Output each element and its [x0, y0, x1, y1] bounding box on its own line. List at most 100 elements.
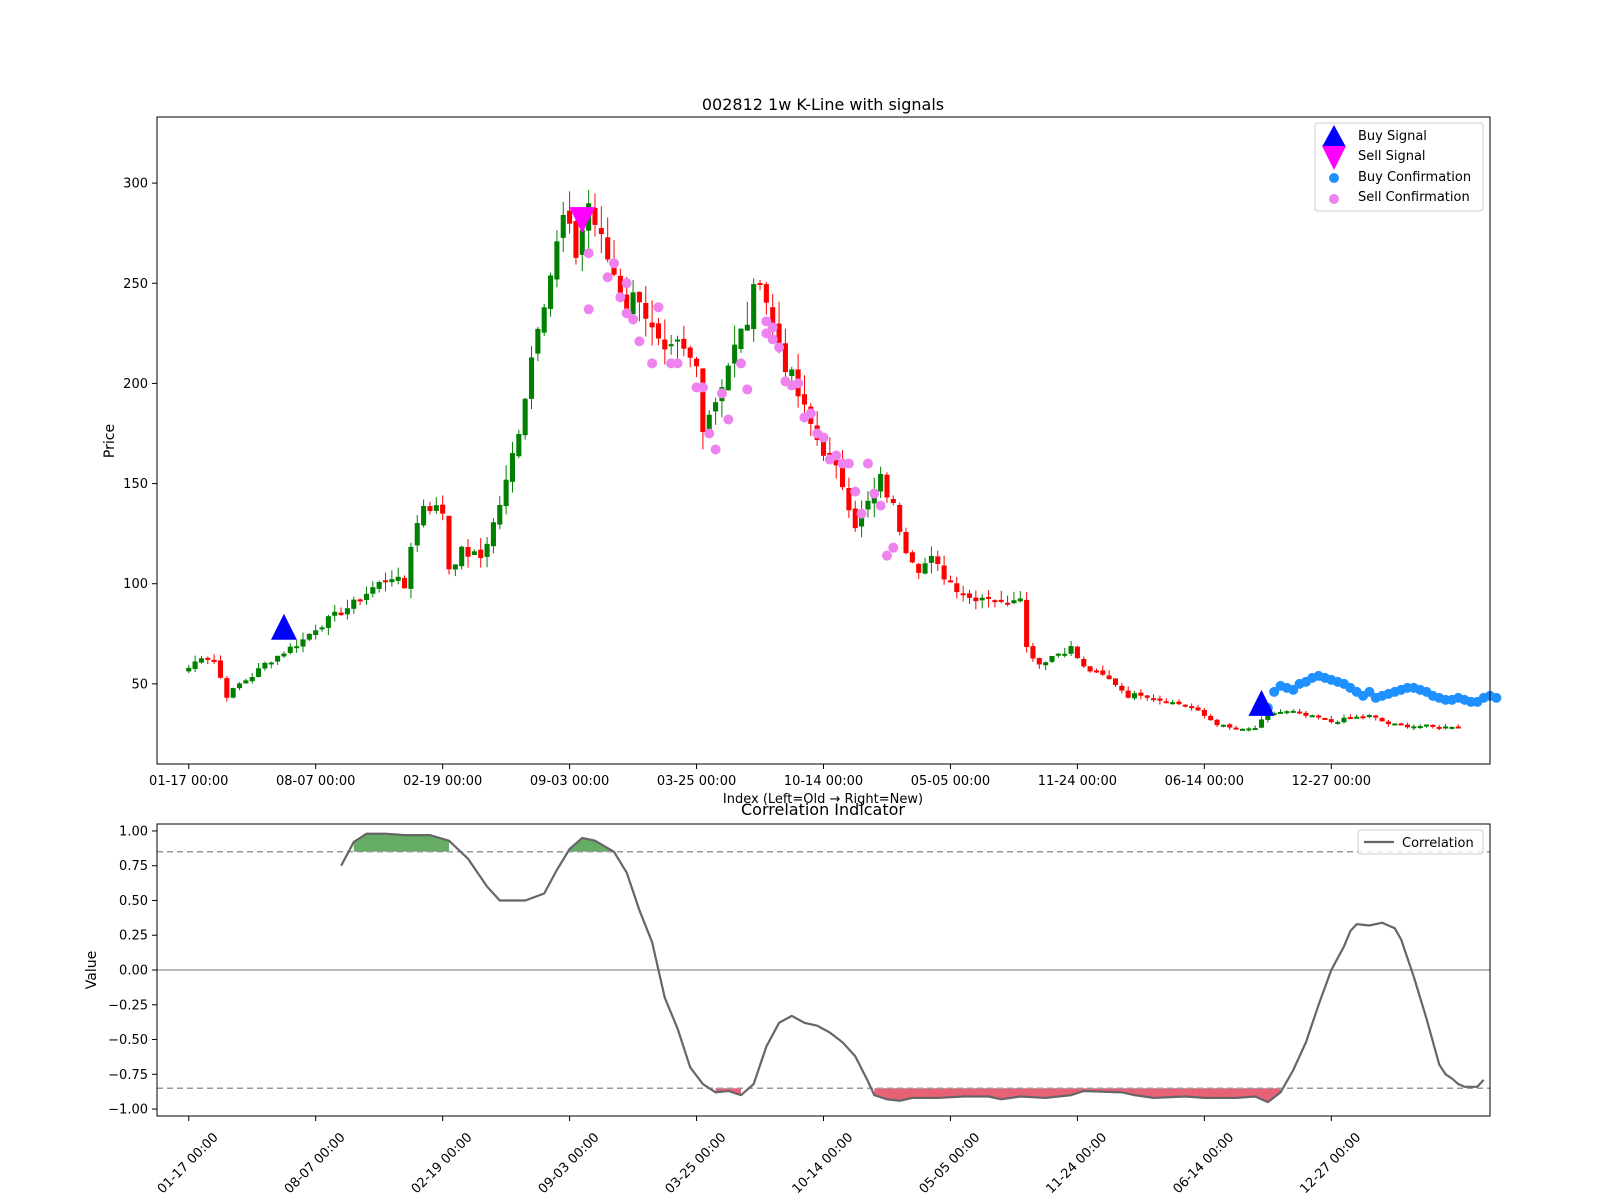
sell-confirmation-point [672, 358, 683, 369]
main-x-tick-label: 06-14 00:00 [1165, 774, 1244, 789]
candle-body [903, 531, 909, 554]
sell-confirmation-point [843, 458, 854, 469]
candle-body [573, 221, 579, 258]
corr-x-tick-label: 09-03 00:00 [536, 1130, 603, 1197]
candle-body [1043, 662, 1049, 666]
candle-body [757, 283, 763, 286]
candle-body [287, 646, 293, 653]
candle-body [1030, 646, 1036, 659]
candle-body [1341, 717, 1347, 723]
candle-body [363, 593, 370, 601]
candle-body [332, 611, 338, 616]
main-x-tick-label: 08-07 00:00 [276, 774, 355, 789]
corr-x-tick-label: 10-14 00:00 [790, 1130, 857, 1197]
candle-body [1131, 693, 1138, 699]
candle-body [960, 593, 966, 596]
candle-body [1170, 702, 1176, 705]
sell-confirmation-point [856, 508, 867, 519]
main-x-tick-label: 09-03 00:00 [530, 774, 609, 789]
candle-body [1430, 724, 1436, 727]
correlation-chart: Correlation Indicator −1.00 −0.75 −0.50 −0.… [84, 800, 1491, 1197]
candle-body [1189, 706, 1195, 709]
sell-confirmation-point [704, 428, 715, 439]
candle-body [433, 505, 439, 511]
signal-markers [270, 207, 1502, 716]
sell-confirmation-point [609, 258, 620, 269]
candle-body [649, 322, 655, 328]
candle-body [452, 564, 458, 570]
candle-body [738, 328, 744, 349]
candle-body [1119, 685, 1125, 691]
main-x-tick-label: 12-27 00:00 [1292, 774, 1371, 789]
candle-body [1252, 728, 1258, 731]
candle-body [1112, 678, 1119, 686]
candle-body [1081, 658, 1087, 667]
candle-body [1201, 709, 1207, 716]
candle-body [700, 368, 706, 433]
candle-body [1303, 712, 1309, 716]
candle-body [325, 616, 331, 628]
candle-body [852, 508, 858, 529]
main-y-tick-label: 100 [123, 577, 148, 592]
main-y-tick-label: 150 [123, 477, 148, 492]
candle-body [236, 683, 243, 689]
legend-correlation-label: Correlation [1402, 836, 1474, 851]
candle-body [985, 596, 992, 599]
candle-body [1277, 711, 1284, 714]
candle-body [897, 505, 903, 532]
main-y-tick-label: 200 [123, 377, 148, 392]
candle-body [935, 556, 941, 564]
candle-body [1055, 653, 1061, 656]
candle-body [211, 659, 217, 662]
candle-body [1011, 600, 1017, 604]
candle-body [1309, 715, 1315, 718]
candle-body [1328, 719, 1334, 723]
legend-buy-confirmation-label: Buy Confirmation [1358, 170, 1471, 185]
candle-body [1144, 695, 1150, 698]
candle-body [763, 284, 769, 303]
candle-body [548, 275, 554, 309]
sell-confirmation-point [881, 550, 892, 561]
candle-body [1005, 602, 1011, 605]
candle-body [579, 229, 585, 255]
candle-body [668, 344, 674, 347]
candle-body [1246, 728, 1252, 731]
candle-body [1290, 710, 1296, 713]
candle-body [801, 394, 807, 405]
candle-body [655, 323, 662, 339]
candle-body [1398, 723, 1404, 726]
candle-body [1208, 715, 1214, 721]
candle-body [509, 453, 516, 482]
sell-confirmation-point [583, 248, 594, 259]
sell-confirmation-point [862, 458, 873, 469]
candle-body [224, 678, 230, 698]
candle-body [478, 549, 484, 559]
candle-body [643, 302, 649, 319]
corr-y-axis: −1.00 −0.75 −0.50 −0.25 0.00 0.25 0.50 0.75 1.00 [108, 824, 157, 1118]
correlation-fills [353, 833, 1281, 1103]
candle-body [249, 677, 255, 682]
candle-body [567, 210, 573, 224]
candle-body [427, 506, 433, 512]
main-y-tick-label: 300 [123, 177, 148, 192]
sell-confirmation-point [888, 542, 899, 553]
candle-body [1182, 704, 1188, 707]
candle-body [998, 599, 1004, 602]
sell-confirmation-point [723, 414, 734, 425]
candle-body [681, 338, 687, 349]
candle-body [1068, 646, 1074, 654]
chart-canvas: 002812 1w K-Line with signals 50 100 150 20… [84, 95, 1502, 1197]
sell-confirmation-point [615, 292, 626, 303]
candle-body [351, 599, 357, 609]
sell-confirmation-point [710, 444, 721, 455]
candle-body [1284, 711, 1290, 714]
corr-x-tick-label: 01-17 00:00 [155, 1130, 222, 1197]
corr-y-tick-label: −0.75 [108, 1068, 148, 1083]
candle-body [1347, 717, 1353, 720]
legend-sell-confirmation-label: Sell Confirmation [1358, 190, 1470, 205]
candle-body [1258, 719, 1265, 728]
candle-body [1163, 701, 1169, 704]
candle-body [1322, 717, 1328, 720]
candle-body [313, 630, 319, 635]
candle-body [909, 552, 915, 563]
